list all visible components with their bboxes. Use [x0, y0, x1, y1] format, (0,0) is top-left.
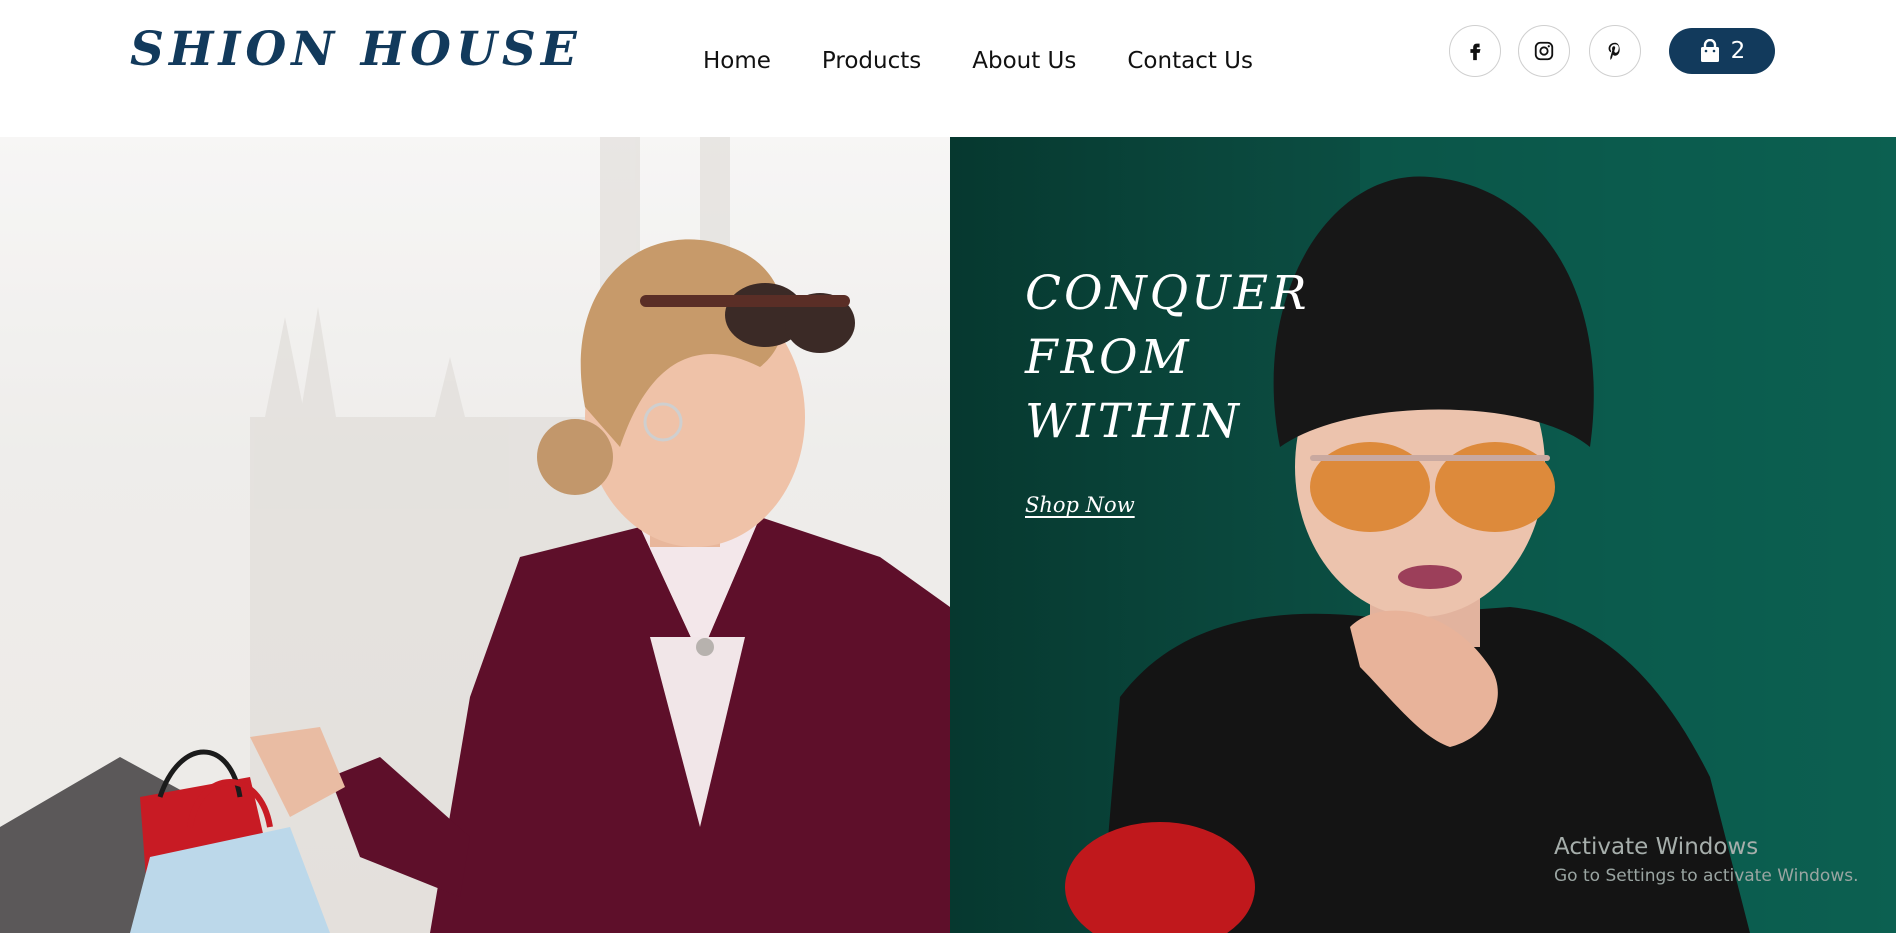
pinterest-button[interactable]: [1589, 25, 1641, 77]
woman-with-shopping-bags-photo: [0, 137, 950, 933]
nav-products[interactable]: Products: [822, 48, 921, 74]
pinterest-icon: [1608, 42, 1620, 60]
shopping-bag-icon: [1700, 39, 1719, 62]
instagram-icon: [1534, 41, 1554, 61]
hero-headline: CONQUER FROM WITHIN: [1025, 262, 1309, 454]
nav-about-us[interactable]: About Us: [972, 48, 1076, 74]
nav-home[interactable]: Home: [703, 48, 771, 74]
brand-logo[interactable]: SHION HOUSE: [130, 22, 582, 77]
shop-now-link[interactable]: Shop Now: [1025, 493, 1135, 517]
headline-line-3: WITHIN: [1025, 394, 1242, 449]
instagram-button[interactable]: [1518, 25, 1570, 77]
hero-right-panel: [950, 137, 1896, 933]
headline-line-1: CONQUER: [1025, 266, 1310, 321]
site-header: SHION HOUSE Home Products About Us Conta…: [0, 0, 1896, 137]
cart-count: 2: [1730, 38, 1746, 64]
cart-button[interactable]: 2: [1669, 28, 1775, 74]
hero-left-image: [0, 137, 950, 933]
main-nav: Home Products About Us Contact Us: [703, 48, 1304, 74]
activate-windows-watermark: Activate Windows Go to Settings to activ…: [1554, 834, 1859, 886]
nav-contact-us[interactable]: Contact Us: [1127, 48, 1253, 74]
facebook-icon: [1470, 43, 1481, 61]
facebook-button[interactable]: [1449, 25, 1501, 77]
headline-line-2: FROM: [1025, 330, 1192, 385]
watermark-title: Activate Windows: [1554, 834, 1759, 860]
woman-in-beanie-and-sunglasses-photo: [1065, 137, 1896, 933]
watermark-subtitle: Go to Settings to activate Windows.: [1554, 866, 1859, 886]
